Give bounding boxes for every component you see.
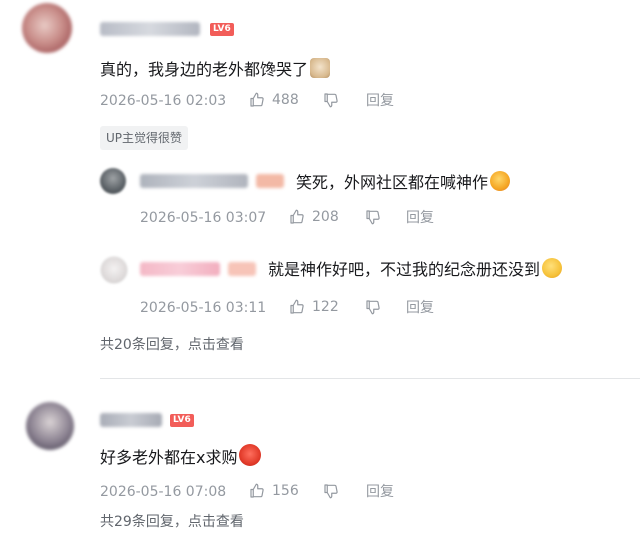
view-more-replies-link[interactable]: 共29条回复，点击查看 xyxy=(100,512,244,532)
emoji-icon xyxy=(490,171,511,191)
reply-level-blurred xyxy=(256,174,284,188)
up-liked-badge: UP主觉得很赞 xyxy=(100,126,189,150)
reply-time: 2026-05-16 03:11 xyxy=(140,300,267,316)
avatar[interactable] xyxy=(26,402,74,450)
emoji-icon xyxy=(310,58,331,78)
reply-time: 2026-05-16 03:07 xyxy=(140,210,267,226)
reply-like-button[interactable]: 208 xyxy=(288,207,339,227)
thumbs-down-icon[interactable] xyxy=(364,298,382,316)
reply-username-blurred[interactable] xyxy=(140,174,248,188)
reply-text: 笑死，外网社区都在喊神作 xyxy=(296,171,511,194)
like-button[interactable]: 156 xyxy=(248,481,299,501)
like-button[interactable]: 488 xyxy=(248,90,299,110)
comment-text: 好多老外都在x求购 xyxy=(100,444,262,469)
reply-level-blurred xyxy=(228,262,256,276)
reply-like-button[interactable]: 122 xyxy=(288,297,339,317)
thumbs-up-icon xyxy=(250,92,264,107)
thumbs-up-icon xyxy=(290,299,304,314)
reply-avatar[interactable] xyxy=(100,256,128,284)
reply-button[interactable]: 回复 xyxy=(406,298,434,318)
emoji-icon xyxy=(239,444,262,466)
reply-avatar[interactable] xyxy=(100,168,126,194)
emoji-icon xyxy=(542,258,563,278)
like-count: 156 xyxy=(272,483,299,499)
like-count: 122 xyxy=(312,299,339,315)
reply-text: 就是神作好吧，不过我的纪念册还没到 xyxy=(268,258,563,281)
thumbs-down-icon[interactable] xyxy=(322,482,340,500)
username-blurred[interactable] xyxy=(100,413,162,427)
like-count: 488 xyxy=(272,92,299,108)
like-count: 208 xyxy=(312,209,339,225)
thumbs-up-icon xyxy=(250,483,264,498)
comment-time: 2026-05-16 07:08 xyxy=(100,484,227,500)
reply-button[interactable]: 回复 xyxy=(406,208,434,228)
comment-time: 2026-05-16 02:03 xyxy=(100,93,227,109)
view-more-replies-link[interactable]: 共20条回复，点击查看 xyxy=(100,335,244,355)
reply-button[interactable]: 回复 xyxy=(366,91,394,111)
level-badge: LV6 xyxy=(170,414,194,427)
thumbs-down-icon[interactable] xyxy=(322,91,340,109)
thumbs-up-icon xyxy=(290,209,304,224)
level-badge: LV6 xyxy=(210,23,234,36)
comment-divider xyxy=(100,378,640,379)
comment-text: 真的，我身边的老外都馋哭了 xyxy=(100,58,331,81)
reply-button[interactable]: 回复 xyxy=(366,482,394,502)
avatar[interactable] xyxy=(22,3,72,53)
thumbs-down-icon[interactable] xyxy=(364,208,382,226)
reply-username-blurred[interactable] xyxy=(140,262,220,276)
username-blurred[interactable] xyxy=(100,22,200,36)
